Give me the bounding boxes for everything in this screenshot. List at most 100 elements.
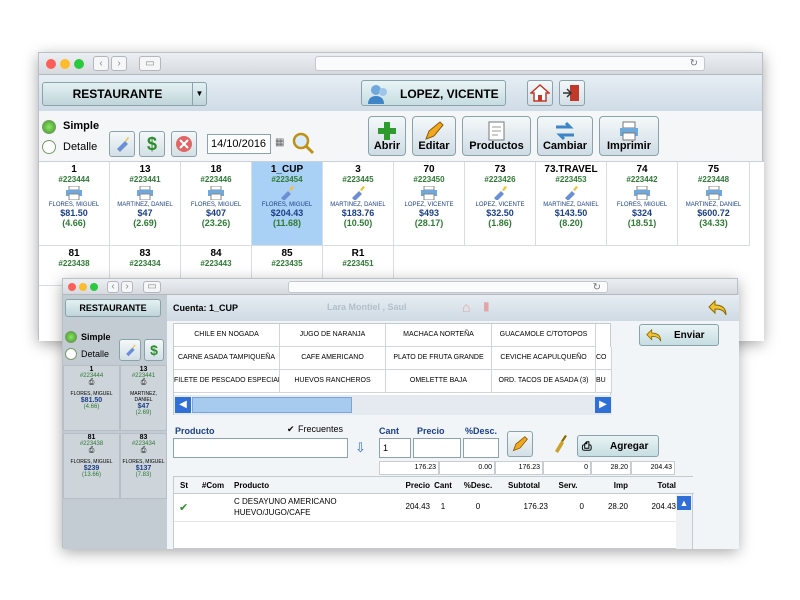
product-item[interactable]: FILETE DE PESCADO ESPECIAL — [174, 370, 280, 393]
frequent-checkbox[interactable]: ✔ — [287, 424, 295, 435]
scroll-up-arrow-icon[interactable]: ▲ — [677, 496, 691, 510]
sidebar-icon[interactable]: ▭ — [139, 56, 161, 71]
home-icon[interactable]: ⌂ — [462, 299, 470, 315]
logout-button[interactable] — [559, 80, 585, 106]
address-bar[interactable]: ↻ — [315, 56, 705, 71]
edit-button[interactable]: Editar — [412, 116, 456, 156]
product-item[interactable]: HUEVOS RANCHEROS — [280, 370, 386, 393]
add-button[interactable]: ⎙ Agregar — [577, 435, 659, 457]
home-button[interactable] — [527, 80, 553, 106]
calendar-icon[interactable]: ▦ — [275, 137, 284, 148]
printer-icon — [620, 121, 638, 141]
table-tile[interactable]: 18 #223446 FLORES, MIGUEL $407 (23.26) — [181, 162, 252, 246]
edit-button[interactable] — [507, 431, 533, 457]
send-label: Enviar — [674, 330, 705, 341]
product-item[interactable]: BU — [596, 370, 612, 393]
product-scrollbar[interactable]: ◀ ▶ — [174, 395, 612, 415]
table-name: 1 — [89, 366, 94, 373]
cancel-button[interactable] — [171, 131, 197, 157]
detail-radio[interactable] — [42, 140, 56, 154]
table-ticket: #223453 — [555, 175, 587, 184]
date-field[interactable]: 14/10/2016 — [207, 134, 271, 154]
change-button[interactable]: Cambiar — [537, 116, 593, 156]
product-item[interactable]: ORD. TACOS DE ASADA (3) — [492, 370, 596, 393]
product-item[interactable]: CHILE EN NOGADA — [174, 324, 280, 347]
discount-input[interactable] — [463, 438, 499, 458]
product-search-input[interactable] — [173, 438, 348, 458]
section-select-value: RESTAURANTE — [79, 303, 147, 313]
close-dot[interactable] — [68, 283, 76, 291]
side-table-tile[interactable]: 1 #223444 ⎙ FLORES, MIGUEL $81.50 (4.66) — [63, 365, 120, 431]
sidebar-icon[interactable]: ▭ — [143, 281, 161, 293]
reload-icon[interactable]: ↻ — [690, 57, 698, 71]
back-arrow-icon[interactable]: ‹ — [93, 56, 109, 71]
address-bar[interactable]: ↻ — [288, 281, 608, 293]
forward-arrow-icon[interactable]: › — [121, 281, 133, 293]
user-name: LOPEZ, VICENTE — [400, 87, 499, 101]
simple-radio[interactable] — [42, 120, 56, 134]
table-tile[interactable]: 75 #223448 MARTINEZ, DANIEL $600.72 (34.… — [678, 162, 750, 246]
section-select[interactable]: RESTAURANTE ▼ — [42, 82, 207, 106]
table-scrollbar[interactable]: ▲ — [676, 494, 692, 549]
send-button[interactable]: Enviar — [639, 324, 719, 346]
clean-button[interactable] — [119, 339, 141, 361]
open-button[interactable]: Abrir — [368, 116, 406, 156]
product-item[interactable]: CARNE ASADA TAMPIQUEÑA — [174, 347, 280, 370]
table-tile[interactable]: 73 #223426 LOPEZ, VICENTE $32.50 (1.86) — [465, 162, 536, 246]
search-icon[interactable] — [291, 131, 315, 160]
print-button[interactable]: Imprimir — [599, 116, 659, 156]
table-tax: (8.20) — [559, 218, 583, 228]
scroll-right-arrow-icon[interactable]: ▶ — [595, 397, 611, 413]
exit-door-icon[interactable]: ▮ — [483, 299, 490, 313]
minimize-dot[interactable] — [79, 283, 87, 291]
forward-arrow-icon[interactable]: › — [111, 56, 127, 71]
price-input[interactable] — [413, 438, 461, 458]
table-tile[interactable]: 1 #223444 FLORES, MIGUEL $81.50 (4.66) — [39, 162, 110, 246]
side-table-tile[interactable]: 81 #223438 ⎙ FLORES, MIGUEL $239 (13.66) — [63, 433, 120, 499]
back-arrow-icon[interactable]: ‹ — [107, 281, 119, 293]
product-item[interactable]: PLATO DE FRUTA GRANDE — [386, 347, 492, 370]
product-item[interactable]: JUGO DE NARANJA — [280, 324, 386, 347]
pencil-icon — [425, 121, 444, 140]
table-tile[interactable]: 13 #223441 MARTINEZ, DANIEL $47 (2.69) — [110, 162, 181, 246]
table-row[interactable]: ✔ C DESAYUNO AMERICANO HUEVO/JUGO/CAFE 2… — [174, 494, 678, 522]
zoom-dot[interactable] — [90, 283, 98, 291]
detail-radio[interactable] — [65, 348, 77, 360]
undo-arrow-icon[interactable] — [708, 299, 730, 317]
section-select[interactable]: RESTAURANTE — [65, 299, 161, 317]
broom-icon[interactable] — [551, 435, 569, 458]
detail-label: Detalle — [81, 349, 110, 359]
swap-arrows-icon — [556, 121, 574, 141]
product-item[interactable]: MACHACA NORTEÑA — [386, 324, 492, 347]
simple-radio[interactable] — [65, 331, 77, 343]
side-table-tile[interactable]: 83 #223434 ⎙ FLORES, MIGUEL $137 (7.83) — [120, 433, 167, 499]
download-arrow-icon[interactable]: ⇩ — [355, 440, 366, 456]
payment-button[interactable]: $ — [144, 339, 164, 361]
side-table-tile[interactable]: 13 #223441 ⎙ MARTINEZ, DANIEL $47 (2.69) — [120, 365, 167, 431]
qty-input[interactable]: 1 — [379, 438, 411, 458]
account-label: Cuenta: 1_CUP — [173, 303, 239, 313]
zoom-dot[interactable] — [74, 59, 84, 69]
table-tile-selected[interactable]: 1_CUP #223454 FLORES, MIGUEL $204.43 (11… — [252, 162, 323, 246]
minimize-dot[interactable] — [60, 59, 70, 69]
scroll-left-arrow-icon[interactable]: ◀ — [175, 397, 191, 413]
table-tile[interactable]: 74 #223442 FLORES, MIGUEL $324 (18.51) — [607, 162, 678, 246]
products-button[interactable]: Productos — [462, 116, 531, 156]
product-item[interactable]: OMELETTE BAJA — [386, 370, 492, 393]
close-dot[interactable] — [46, 59, 56, 69]
table-tile[interactable]: 3 #223445 MARTINEZ, DANIEL $183.76 (10.5… — [323, 162, 394, 246]
qty-label: Cant — [379, 426, 399, 436]
product-item[interactable]: CEVICHE ACAPULQUEÑO — [492, 347, 596, 370]
reload-icon[interactable]: ↻ — [593, 282, 601, 293]
table-ticket: #223448 — [697, 175, 730, 184]
clean-button[interactable] — [109, 131, 135, 157]
product-item[interactable]: GUACAMOLE C/TOTOPOS — [492, 324, 596, 347]
scroll-thumb[interactable] — [192, 397, 352, 413]
product-item[interactable]: CAFE AMERICANO — [280, 347, 386, 370]
product-item[interactable]: CO — [596, 347, 612, 370]
table-amount: $493 — [418, 208, 440, 218]
table-tile[interactable]: 73.TRAVEL #223453 MARTINEZ, DANIEL $143.… — [536, 162, 607, 246]
table-tile[interactable]: 70 #223450 LOPEZ, VICENTE $493 (28.17) — [394, 162, 465, 246]
payment-button[interactable]: $ — [139, 131, 165, 157]
user-button[interactable]: LOPEZ, VICENTE — [361, 80, 506, 106]
